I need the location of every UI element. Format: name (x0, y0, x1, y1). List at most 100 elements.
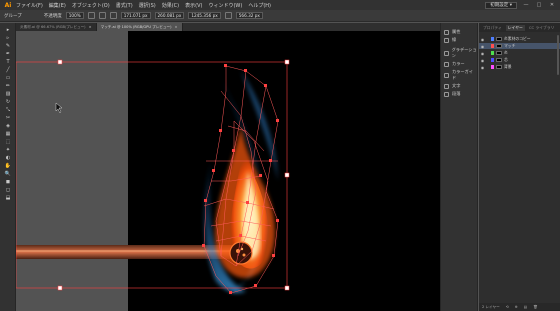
artwork-canvas[interactable] (16, 31, 440, 311)
bbox-handle (57, 59, 63, 65)
tool-19-icon[interactable]: ◼ (3, 179, 13, 185)
menu-view[interactable]: 表示(V) (182, 2, 205, 9)
tool-11-icon[interactable]: ✂ (3, 115, 13, 121)
layer-color-swatch (491, 44, 494, 48)
dock-item-4[interactable]: カラーガイド (444, 69, 477, 81)
stroke-icon (444, 37, 449, 43)
tab-layers[interactable]: レイヤー (505, 24, 525, 31)
locate-object-icon[interactable]: ⟲ (506, 305, 509, 309)
menu-file[interactable]: ファイル(F) (13, 2, 46, 9)
layer-row[interactable]: ◉ マッチ (479, 43, 560, 49)
trash-icon[interactable]: 🗑 (533, 305, 538, 309)
maximize-button[interactable]: □ (535, 2, 543, 8)
tool-8-icon[interactable]: ▨ (3, 91, 13, 97)
x-field[interactable]: 171.071 px (120, 12, 151, 19)
tool-0-icon[interactable]: ▸ (3, 27, 13, 33)
tool-10-icon[interactable]: ⤡ (3, 107, 13, 113)
menu-window[interactable]: ウィンドウ(W) (205, 2, 245, 9)
layer-name: 炎 (504, 50, 508, 55)
tab-flame-material[interactable]: 炎素材.ai @ 66.67% (RGB/プレビュー) × (16, 23, 97, 31)
tool-14-icon[interactable]: ⬚ (3, 139, 13, 145)
tool-6-icon[interactable]: ▭ (3, 75, 13, 81)
width-field[interactable]: 1245.356 px (188, 12, 221, 19)
menu-help[interactable]: ヘルプ(H) (245, 2, 274, 9)
bbox-handle (284, 285, 290, 291)
dock-item-0[interactable]: 属性 (444, 29, 460, 35)
tool-13-icon[interactable]: ▦ (3, 131, 13, 137)
new-sublayer-icon[interactable]: ⊕ (515, 305, 518, 309)
bbox-handle (57, 285, 63, 291)
tool-5-icon[interactable]: ╱ (3, 67, 13, 73)
y-field[interactable]: 260.081 px (154, 12, 185, 19)
tool-1-icon[interactable]: ▹ (3, 35, 13, 41)
dock-item-1[interactable]: 線 (444, 37, 456, 43)
tool-2-icon[interactable]: ✎ (3, 43, 13, 49)
menu-object[interactable]: オブジェクト(O) (69, 2, 113, 9)
dock-item-label: 線 (452, 37, 457, 42)
link-icon[interactable] (224, 12, 232, 19)
tool-9-icon[interactable]: ↻ (3, 99, 13, 105)
tool-17-icon[interactable]: ✋ (3, 163, 13, 169)
dock-item-label: グラデーション (451, 47, 477, 58)
gradient-icon (444, 50, 449, 56)
tab-label: 炎素材.ai @ 66.67% (RGB/プレビュー) (20, 24, 86, 29)
align-icon[interactable] (98, 12, 106, 19)
canvas-area[interactable] (16, 31, 440, 311)
tool-16-icon[interactable]: ◐ (3, 155, 13, 161)
close-button[interactable]: ✕ (548, 2, 556, 8)
bbox-handle (284, 172, 290, 178)
tool-12-icon[interactable]: ◈ (3, 123, 13, 129)
layer-name: 炎素材のコピー (504, 36, 531, 41)
workspace-select[interactable]: 初期設定 ▾ (485, 1, 517, 9)
layer-thumbnail (496, 65, 502, 69)
tab-properties[interactable]: プロパティ (481, 25, 504, 31)
layers-panel: プロパティ レイヤー CC ライブラリ ◉ 炎素材のコピー ◉ マッチ ◉ 炎 ◉ 芯 ◉ 背景 … (479, 23, 560, 311)
tool-15-icon[interactable]: ✦ (3, 147, 13, 153)
minimize-button[interactable]: — (522, 2, 530, 8)
eye-icon[interactable]: ◉ (479, 44, 486, 49)
new-layer-icon[interactable]: ▤ (524, 305, 527, 309)
mouse-cursor (55, 102, 63, 114)
tool-18-icon[interactable]: 🔍 (3, 171, 13, 177)
dock-item-6[interactable]: 段落 (444, 91, 460, 97)
height-field[interactable]: 566.32 px (235, 12, 263, 19)
layer-row[interactable]: ◉ 背景 (479, 64, 560, 70)
eye-icon[interactable]: ◉ (479, 51, 486, 56)
control-bar: グループ 不透明度 100% 171.071 px 260.081 px 124… (0, 10, 560, 22)
dock-item-2[interactable]: グラデーション (444, 47, 477, 59)
layer-row[interactable]: ◉ 芯 (479, 57, 560, 63)
match-head (229, 241, 253, 265)
layer-thumbnail (496, 37, 502, 41)
layer-color-swatch (491, 37, 494, 41)
tab-cc-libraries[interactable]: CC ライブラリ (527, 25, 557, 31)
tool-7-icon[interactable]: ✏ (3, 83, 13, 89)
tab-match[interactable]: マッチ.ai @ 100% (RGB/GPU プレビュー) × (96, 23, 183, 31)
eye-icon[interactable]: ◉ (479, 65, 486, 70)
style-icon[interactable] (87, 12, 95, 19)
eye-icon[interactable]: ◉ (479, 37, 486, 42)
eye-icon[interactable]: ◉ (479, 58, 486, 63)
tool-3-icon[interactable]: ✒ (3, 51, 13, 57)
close-icon[interactable]: × (89, 25, 92, 29)
dock-item-3[interactable]: カラー (444, 61, 465, 67)
close-icon[interactable]: × (174, 25, 177, 29)
transform-icon[interactable] (109, 12, 117, 19)
tool-21-icon[interactable]: ⬓ (3, 195, 13, 201)
menu-edit[interactable]: 編集(E) (46, 2, 69, 9)
layers-scrollbar[interactable] (557, 35, 559, 75)
menu-effect[interactable]: 効果(C) (159, 2, 182, 9)
layer-thumbnail (496, 51, 502, 55)
layer-row[interactable]: ◉ 炎 (479, 50, 560, 56)
dock-item-label: 文字 (452, 83, 461, 88)
menu-select[interactable]: 選択(S) (136, 2, 159, 9)
opacity-field[interactable]: 100% (65, 12, 84, 19)
menu-type[interactable]: 書式(T) (113, 2, 136, 9)
layer-row[interactable]: ◉ 炎素材のコピー (479, 36, 560, 42)
layer-name: 芯 (504, 57, 508, 62)
tool-20-icon[interactable]: ◻ (3, 187, 13, 193)
layer-color-swatch (491, 65, 494, 69)
layers-footer: 2 レイヤー ⟲ ⊕ ▤ 🗑 (479, 303, 560, 311)
layer-name: 背景 (504, 64, 512, 69)
tool-4-icon[interactable]: T (3, 59, 13, 65)
dock-item-5[interactable]: 文字 (444, 83, 460, 89)
